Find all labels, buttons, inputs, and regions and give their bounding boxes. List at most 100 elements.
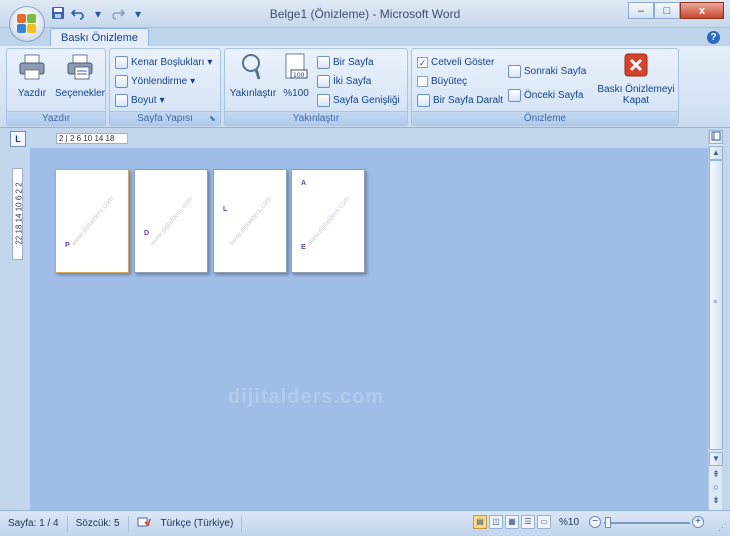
orientation-button[interactable]: Yönlendirme ▾ [115, 73, 195, 89]
show-ruler-label: Cetveli Göster [431, 56, 495, 68]
two-pages-icon [317, 74, 330, 88]
resize-grip-icon[interactable]: ⋰ [718, 522, 727, 533]
chevron-down-icon: ▾ [207, 56, 213, 68]
print-button[interactable]: Yazdır [11, 52, 53, 99]
document-preview-area[interactable]: www.dijitalders.com P www.dijitalders.co… [30, 148, 708, 510]
previous-page-button[interactable]: Önceki Sayfa [508, 87, 583, 103]
page-letter: P [65, 242, 70, 249]
size-button[interactable]: Boyut ▾ [115, 92, 165, 108]
zoom-100-label: %100 [283, 88, 309, 99]
previous-browse-icon[interactable]: ⇞ [709, 468, 723, 480]
full-screen-reading-view-icon[interactable]: ◫ [489, 515, 503, 529]
outline-view-icon[interactable]: ☰ [521, 515, 535, 529]
close-preview-label: Baskı Önizlemeyi Kapat [597, 84, 675, 106]
orientation-icon [115, 74, 128, 88]
next-browse-icon[interactable]: ⇟ [709, 494, 723, 506]
group-print-label: Yazdır [7, 111, 105, 125]
page-setup-launcher-icon[interactable]: ⬊ [209, 114, 218, 123]
vertical-scrollbar[interactable]: ▲ ≡ ▼ ⇞ ○ ⇟ [708, 130, 723, 510]
web-layout-view-icon[interactable]: ▦ [505, 515, 519, 529]
orientation-label: Yönlendirme [131, 75, 188, 87]
scroll-grip-icon: ≡ [713, 299, 718, 306]
page-letter: E [301, 244, 306, 251]
group-zoom-label: Yakınlaştır [225, 111, 407, 125]
minimize-button[interactable]: – [628, 2, 654, 19]
select-browse-object-icon[interactable]: ○ [709, 481, 723, 493]
magnifier-checkbox[interactable]: Büyüteç [417, 73, 467, 89]
zoom-slider-track[interactable] [604, 522, 690, 524]
tab-print-preview[interactable]: Baskı Önizleme [50, 28, 150, 47]
ruler-view-icon[interactable] [709, 130, 723, 144]
next-page-icon [508, 64, 521, 78]
window-controls: – □ x [628, 2, 724, 19]
window-title: Belge1 (Önizleme) - Microsoft Word [269, 7, 461, 21]
magnifier-icon [228, 52, 278, 85]
title-bar: ▾ ▾ Belge1 (Önizleme) - Microsoft Word –… [0, 0, 730, 42]
shrink-one-page-button[interactable]: Bir Sayfa Daralt [417, 92, 503, 108]
checkbox-checked-icon: ✓ [417, 56, 428, 68]
draft-view-icon[interactable]: ▭ [537, 515, 551, 529]
status-page[interactable]: Sayfa: 1 / 4 [0, 515, 68, 532]
zoom-in-button[interactable]: + [692, 516, 704, 528]
office-logo-icon [17, 14, 37, 34]
scroll-thumb[interactable]: ≡ [709, 160, 723, 450]
shrink-page-icon [417, 93, 430, 107]
page-width-label: Sayfa Genişliği [333, 94, 400, 106]
maximize-button[interactable]: □ [654, 2, 680, 19]
margins-button[interactable]: Kenar Boşlukları ▾ [115, 54, 212, 70]
status-language[interactable]: Türkçe (Türkiye) [153, 515, 243, 532]
preview-page[interactable]: www.dijitalders.com D [134, 169, 208, 273]
next-page-button[interactable]: Sonraki Sayfa [508, 63, 586, 79]
show-ruler-checkbox[interactable]: ✓ Cetveli Göster [417, 54, 494, 70]
previous-page-label: Önceki Sayfa [524, 89, 584, 101]
zoom-slider-handle[interactable] [605, 517, 611, 528]
scroll-down-button[interactable]: ▼ [709, 452, 723, 466]
office-button[interactable] [9, 6, 45, 42]
zoom-button[interactable]: Yakınlaştır [228, 52, 278, 99]
one-page-label: Bir Sayfa [333, 56, 374, 68]
group-page-setup-label: Sayfa Yapısı [110, 111, 220, 125]
zoom-button-label: Yakınlaştır [229, 88, 277, 99]
two-pages-label: İki Sayfa [333, 75, 372, 87]
zoom-100-button[interactable]: 100 %100 [281, 52, 311, 99]
preview-page[interactable]: www.dijitalders.com A E [291, 169, 365, 273]
preview-page[interactable]: www.dijitalders.com L [213, 169, 287, 273]
group-page-setup: Kenar Boşlukları ▾ Yönlendirme ▾ Boyut ▾… [109, 48, 221, 126]
horizontal-ruler[interactable]: 2 | 2 6 10 14 18 [56, 133, 128, 144]
page-watermark: www.dijitalders.com [149, 195, 195, 248]
page-watermark: www.dijitalders.com [228, 195, 274, 248]
page-width-icon [317, 93, 330, 107]
page-watermark: www.dijitalders.com [70, 195, 116, 248]
chevron-down-icon: ▾ [190, 75, 196, 87]
vertical-ruler[interactable]: 22 18 14 10 6 2 2 [12, 168, 24, 260]
page-watermark: www.dijitalders.com [306, 195, 352, 248]
svg-text:100: 100 [293, 72, 305, 79]
one-page-button[interactable]: Bir Sayfa [317, 54, 374, 70]
group-print: Yazdır Seçenekler Yazdır [6, 48, 106, 126]
two-pages-button[interactable]: İki Sayfa [317, 73, 371, 89]
group-zoom: Yakınlaştır 100 %100 Bir Sayfa İki Sayfa… [224, 48, 408, 126]
site-watermark: dijitalders.com [228, 386, 385, 408]
preview-page[interactable]: www.dijitalders.com P [55, 169, 129, 273]
help-icon[interactable]: ? [707, 31, 720, 44]
print-button-label: Yazdır [17, 88, 47, 99]
size-label: Boyut [131, 94, 157, 106]
shrink-one-page-label: Bir Sayfa Daralt [433, 94, 504, 106]
checkbox-unchecked-icon [417, 75, 428, 87]
print-options-button[interactable]: Seçenekler [53, 52, 107, 99]
ruler-toggle-button[interactable]: L [10, 131, 26, 147]
printer-icon [11, 52, 53, 85]
status-words[interactable]: Sözcük: 5 [68, 515, 129, 532]
close-preview-button[interactable]: Baskı Önizlemeyi Kapat [594, 52, 678, 106]
ribbon: Yazdır Seçenekler Yazdır Kenar Boşluklar… [0, 46, 730, 128]
proofing-icon[interactable] [129, 516, 153, 532]
group-preview: ✓ Cetveli Göster Büyüteç Bir Sayfa Daral… [411, 48, 679, 126]
scroll-up-button[interactable]: ▲ [709, 146, 723, 160]
group-preview-label: Önizleme [412, 111, 678, 125]
zoom-level[interactable]: %10 [559, 517, 579, 528]
page-width-button[interactable]: Sayfa Genişliği [317, 92, 400, 108]
close-button[interactable]: x [680, 2, 724, 19]
print-layout-view-icon[interactable]: ▤ [473, 515, 487, 529]
status-bar: Sayfa: 1 / 4 Sözcük: 5 Türkçe (Türkiye) … [0, 510, 730, 536]
zoom-out-button[interactable]: − [589, 516, 601, 528]
